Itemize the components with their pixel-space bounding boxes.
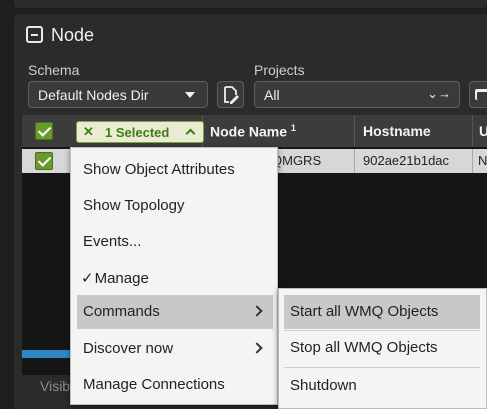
column-label: Node Name xyxy=(210,123,288,140)
submenu-item-stop-all-wmq-objects[interactable]: Stop all WMQ Objects xyxy=(284,331,480,365)
select-all-checkbox[interactable] xyxy=(35,122,53,140)
dropdown-arrow-icon: ⌄→ xyxy=(427,86,451,101)
chevron-down-icon xyxy=(185,92,195,98)
row-checkbox[interactable] xyxy=(35,152,53,170)
menu-item-label: Manage Connections xyxy=(83,376,225,393)
chevron-up-icon[interactable] xyxy=(185,128,196,139)
edit-document-icon xyxy=(224,86,239,104)
menu-item-show-topology[interactable]: Show Topology xyxy=(77,189,273,223)
menu-item-label: Show Object Attributes xyxy=(83,161,235,178)
projects-select[interactable]: All ⌄→ xyxy=(254,81,460,108)
column-header-hostname[interactable]: Hostname xyxy=(355,115,473,147)
menu-item-label: Commands xyxy=(83,303,160,320)
selection-pill[interactable]: ✕ 1 Selected xyxy=(76,121,204,143)
menu-item-events[interactable]: Events... xyxy=(77,225,273,259)
menu-item-label: Start all WMQ Objects xyxy=(290,303,439,320)
cell-hostname: 902ae21b1dac xyxy=(355,149,473,173)
column-label: Hostname xyxy=(363,123,431,139)
folder-icon xyxy=(475,89,487,100)
menu-item-label: Show Topology xyxy=(83,197,185,214)
column-label: U xyxy=(479,123,487,139)
context-menu: Show Object Attributes Show Topology Eve… xyxy=(70,147,278,405)
column-header-u[interactable]: U xyxy=(473,115,487,147)
submenu-item-start-all-wmq-objects[interactable]: Start all WMQ Objects xyxy=(284,295,480,329)
projects-value: All xyxy=(264,87,280,103)
menu-item-label: Stop all WMQ Objects xyxy=(290,339,438,356)
menu-item-show-object-attributes[interactable]: Show Object Attributes xyxy=(77,153,273,187)
menu-item-label: Discover now xyxy=(83,340,174,357)
check-icon: ✓ xyxy=(81,270,94,287)
menu-item-commands[interactable]: Commands xyxy=(77,295,273,329)
panel-title: Node xyxy=(51,25,95,45)
cell-u: N xyxy=(478,153,487,168)
schema-edit-button[interactable] xyxy=(217,81,244,108)
collapse-icon[interactable] xyxy=(26,26,43,43)
commands-submenu: Start all WMQ Objects Stop all WMQ Objec… xyxy=(278,288,487,409)
menu-item-discover-now[interactable]: Discover now xyxy=(77,332,273,366)
projects-action-button[interactable] xyxy=(469,81,487,108)
projects-label: Projects xyxy=(254,62,305,78)
menu-item-label: Manage xyxy=(94,270,149,287)
chevron-right-icon xyxy=(251,305,263,317)
column-header-node-name[interactable]: Node Name 1 xyxy=(203,115,355,147)
menu-item-label: Events... xyxy=(83,233,142,250)
chevron-right-icon xyxy=(251,342,263,354)
menu-divider xyxy=(284,367,480,368)
schema-select[interactable]: Default Nodes Dir xyxy=(28,81,208,108)
selection-count: 1 Selected xyxy=(105,125,170,140)
menu-item-manage[interactable]: ✓Manage xyxy=(77,261,273,295)
menu-item-manage-connections[interactable]: Manage Connections xyxy=(77,368,273,402)
schema-value: Default Nodes Dir xyxy=(38,87,149,103)
sort-index: 1 xyxy=(290,123,296,133)
submenu-item-shutdown[interactable]: Shutdown xyxy=(284,369,480,403)
menu-item-label: Shutdown xyxy=(290,377,357,394)
clear-selection-icon[interactable]: ✕ xyxy=(83,124,94,140)
footer-text: Visib xyxy=(40,378,71,394)
previous-panel-edge xyxy=(14,0,487,8)
schema-label: Schema xyxy=(28,62,80,78)
